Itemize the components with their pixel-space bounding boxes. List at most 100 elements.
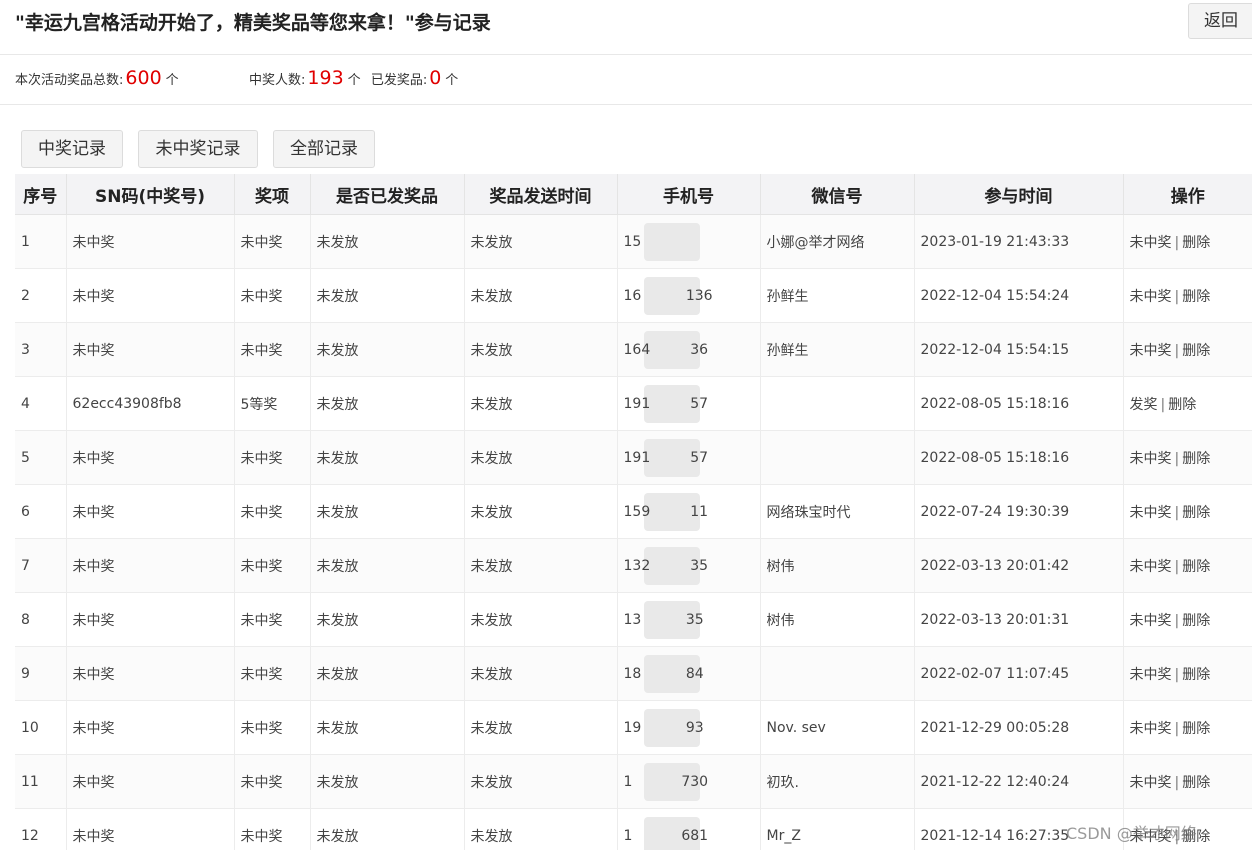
row-status-action-link[interactable]: 未中奖 — [1130, 235, 1172, 251]
cell-index: 1 — [15, 214, 67, 269]
col-header-actions: 操作 — [1123, 174, 1252, 215]
row-delete-link[interactable]: 删除 — [1182, 613, 1210, 629]
row-delete-link[interactable]: 删除 — [1182, 721, 1210, 737]
table-row: 2 未中奖 未中奖 未发放 未发放 16 136 孙鲜生 2022-12-04 15:54:2… — [15, 268, 1252, 323]
row-delete-link[interactable]: 删除 — [1182, 775, 1210, 791]
cell-prize: 未中奖 — [234, 700, 311, 755]
cell-actions: 未中奖 | 删除 — [1123, 322, 1252, 377]
stat-total-prizes: 本次活动奖品总数: 600 个 — [15, 67, 179, 89]
cell-issued: 未发放 — [310, 538, 465, 593]
cell-actions: 未中奖 | 删除 — [1123, 430, 1252, 485]
cell-issued: 未发放 — [310, 430, 465, 485]
row-status-action-link[interactable]: 未中奖 — [1130, 613, 1172, 629]
col-header-phone: 手机号 — [617, 174, 761, 215]
tab-all-records[interactable]: 全部记录 — [273, 130, 375, 168]
cell-phone: 18 84 — [617, 646, 761, 701]
cell-phone: 191 57 — [617, 430, 761, 485]
row-status-action-link[interactable]: 发奖 — [1130, 397, 1158, 413]
cell-wechat: Nov. sev — [760, 700, 915, 755]
cell-send-time: 未发放 — [464, 808, 618, 850]
row-status-action-link[interactable]: 未中奖 — [1130, 451, 1172, 467]
action-separator: | — [1174, 666, 1180, 683]
cell-issued: 未发放 — [310, 808, 465, 850]
phone-text: 1 681 — [623, 827, 709, 844]
cell-actions: 未中奖 | 删除 — [1123, 646, 1252, 701]
action-separator: | — [1174, 234, 1180, 251]
row-delete-link[interactable]: 删除 — [1182, 505, 1210, 521]
row-status-action-link[interactable]: 未中奖 — [1130, 667, 1172, 683]
table-row: 6 未中奖 未中奖 未发放 未发放 159 11 网络珠宝时代 2022-07-24 19:3… — [15, 484, 1252, 539]
phone-redaction — [643, 223, 700, 261]
row-delete-link[interactable]: 删除 — [1182, 289, 1210, 305]
cell-send-time: 未发放 — [464, 376, 618, 431]
cell-sn: 未中奖 — [66, 808, 235, 850]
cell-prize: 未中奖 — [234, 322, 311, 377]
cell-prize: 未中奖 — [234, 646, 311, 701]
row-status-action-link[interactable]: 未中奖 — [1130, 559, 1172, 575]
action-separator: | — [1174, 504, 1180, 521]
table-row: 10 未中奖 未中奖 未发放 未发放 19 93 Nov. sev 2021-12-29 00… — [15, 700, 1252, 755]
tab-winning-records[interactable]: 中奖记录 — [21, 130, 123, 168]
row-status-action-link[interactable]: 未中奖 — [1130, 775, 1172, 791]
cell-send-time: 未发放 — [464, 700, 618, 755]
stat-winners-value: 193 — [307, 67, 344, 89]
back-button[interactable]: 返回 — [1188, 3, 1252, 39]
table-row: 8 未中奖 未中奖 未发放 未发放 13 35 树伟 2022-03-13 20:01:31 未… — [15, 592, 1252, 647]
cell-phone: 159 11 — [617, 484, 761, 539]
stat-issued-label: 已发奖品: — [370, 73, 428, 88]
cell-phone: 15 — [617, 214, 761, 269]
cell-sn: 未中奖 — [66, 430, 235, 485]
cell-send-time: 未发放 — [464, 538, 618, 593]
records-body: 1 未中奖 未中奖 未发放 未发放 15 小娜@举才网络 2023-01-19 21:43:3… — [15, 214, 1252, 850]
action-separator: | — [1160, 396, 1166, 413]
page-title: "幸运九宫格活动开始了，精美奖品等您来拿！"参与记录 — [15, 12, 491, 34]
row-status-action-link[interactable]: 未中奖 — [1130, 289, 1172, 305]
row-delete-link[interactable]: 删除 — [1182, 235, 1210, 251]
cell-issued: 未发放 — [310, 322, 465, 377]
stat-winners: 中奖人数: 193 个 已发奖品: 0 个 — [249, 67, 458, 89]
cell-send-time: 未发放 — [464, 592, 618, 647]
table-row: 7 未中奖 未中奖 未发放 未发放 132 35 树伟 2022-03-13 20:01:42… — [15, 538, 1252, 593]
cell-sn: 未中奖 — [66, 700, 235, 755]
cell-prize: 未中奖 — [234, 484, 311, 539]
cell-sn: 未中奖 — [66, 214, 235, 269]
tab-losing-records[interactable]: 未中奖记录 — [138, 130, 258, 168]
cell-join-time: 2022-08-05 15:18:16 — [914, 430, 1124, 485]
cell-wechat — [760, 646, 915, 701]
cell-issued: 未发放 — [310, 376, 465, 431]
row-delete-link[interactable]: 删除 — [1182, 343, 1210, 359]
row-delete-link[interactable]: 删除 — [1182, 451, 1210, 467]
table-row: 11 未中奖 未中奖 未发放 未发放 1 730 初玖. 2021-12-22 12:40:2… — [15, 754, 1252, 809]
stat-issued-unit: 个 — [445, 73, 459, 88]
cell-issued: 未发放 — [310, 214, 465, 269]
cell-phone: 19 93 — [617, 700, 761, 755]
cell-phone: 13 35 — [617, 592, 761, 647]
col-header-issued: 是否已发奖品 — [310, 174, 465, 215]
cell-prize: 未中奖 — [234, 268, 311, 323]
cell-phone: 164 36 — [617, 322, 761, 377]
row-status-action-link[interactable]: 未中奖 — [1130, 343, 1172, 359]
table-row: 3 未中奖 未中奖 未发放 未发放 164 36 孙鲜生 2022-12-04 15:54:1… — [15, 322, 1252, 377]
phone-text: 18 84 — [623, 665, 704, 682]
col-header-sn: SN码(中奖号) — [66, 174, 235, 215]
action-separator: | — [1174, 558, 1180, 575]
row-delete-link[interactable]: 删除 — [1182, 667, 1210, 683]
col-header-send-time: 奖品发送时间 — [464, 174, 618, 215]
row-status-action-link[interactable]: 未中奖 — [1130, 721, 1172, 737]
cell-wechat: 初玖. — [760, 754, 915, 809]
cell-issued: 未发放 — [310, 700, 465, 755]
cell-wechat — [760, 430, 915, 485]
table-row: 9 未中奖 未中奖 未发放 未发放 18 84 2022-02-07 11:07:45 未中奖… — [15, 646, 1252, 701]
phone-text: 159 11 — [623, 503, 709, 520]
cell-issued: 未发放 — [310, 592, 465, 647]
cell-sn: 未中奖 — [66, 754, 235, 809]
cell-phone: 16 136 — [617, 268, 761, 323]
records-table: 序号 SN码(中奖号) 奖项 是否已发奖品 奖品发送时间 手机号 微信号 参与时… — [15, 174, 1252, 850]
row-delete-link[interactable]: 删除 — [1168, 397, 1196, 413]
cell-index: 5 — [15, 430, 67, 485]
cell-sn: 未中奖 — [66, 268, 235, 323]
cell-index: 4 — [15, 376, 67, 431]
row-status-action-link[interactable]: 未中奖 — [1130, 505, 1172, 521]
row-delete-link[interactable]: 删除 — [1182, 559, 1210, 575]
cell-index: 2 — [15, 268, 67, 323]
